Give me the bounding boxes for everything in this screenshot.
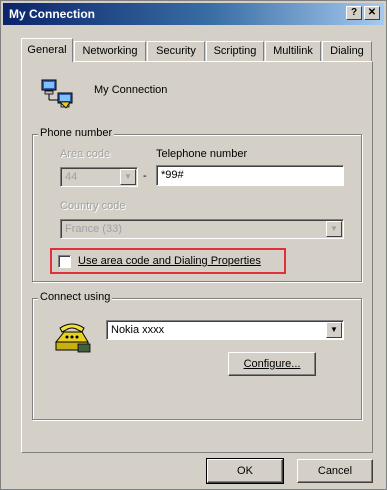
tab-label: Dialing bbox=[330, 45, 364, 57]
network-computers-icon bbox=[40, 78, 76, 110]
tab-label: Security bbox=[156, 45, 196, 57]
device-dropdown[interactable]: Nokia xxxx bbox=[106, 320, 344, 340]
help-icon: ? bbox=[350, 7, 358, 18]
tab-label: Scripting bbox=[213, 45, 257, 57]
tab-panel-general: My Connection Phone number Area code 44 … bbox=[21, 61, 373, 453]
telephone-input[interactable]: *99# bbox=[156, 165, 344, 186]
help-button[interactable]: ? bbox=[346, 6, 362, 20]
use-dialing-properties-checkbox[interactable] bbox=[58, 255, 71, 268]
tab-label: Networking bbox=[82, 45, 138, 57]
tab-general[interactable]: General bbox=[21, 38, 73, 62]
device-value: Nokia xxxx bbox=[111, 324, 165, 336]
dialog-window: My Connection ? ✕ General Networking Sec… bbox=[0, 0, 387, 490]
configure-button-label: Configure... bbox=[243, 358, 301, 370]
cancel-button-label: Cancel bbox=[317, 465, 353, 477]
dash-separator: - bbox=[143, 170, 147, 182]
tab-networking[interactable]: Networking bbox=[74, 41, 146, 61]
tab-label: General bbox=[27, 44, 67, 56]
ok-button[interactable]: OK bbox=[206, 458, 284, 484]
title-bar[interactable]: My Connection ? ✕ bbox=[3, 3, 384, 25]
tab-multilink[interactable]: Multilink bbox=[265, 41, 321, 61]
cancel-button[interactable]: Cancel bbox=[297, 459, 373, 483]
chevron-down-icon: ▼ bbox=[124, 172, 132, 181]
country-code-value: France (33) bbox=[65, 223, 122, 235]
ok-button-label: OK bbox=[237, 465, 253, 477]
device-dropdown-button[interactable]: ▼ bbox=[326, 322, 342, 338]
use-dialing-properties-label[interactable]: Use area code and Dialing Properties bbox=[78, 255, 261, 267]
tab-dialing[interactable]: Dialing bbox=[322, 41, 372, 61]
area-code-value: 44 bbox=[65, 171, 78, 183]
country-code-dropdown-button[interactable]: ▼ bbox=[326, 221, 342, 237]
close-button[interactable]: ✕ bbox=[364, 6, 380, 20]
window-title: My Connection bbox=[9, 7, 95, 21]
area-code-label: Area code bbox=[60, 148, 111, 160]
tab-scripting[interactable]: Scripting bbox=[206, 41, 264, 61]
close-icon: ✕ bbox=[367, 7, 377, 18]
country-code-dropdown[interactable]: France (33) bbox=[60, 219, 344, 239]
modem-phone-icon bbox=[52, 320, 92, 354]
telephone-label: Telephone number bbox=[156, 148, 248, 160]
connect-using-group-label: Connect using bbox=[38, 291, 113, 303]
area-code-dropdown-button[interactable]: ▼ bbox=[120, 169, 136, 185]
telephone-value: *99# bbox=[161, 169, 184, 181]
connection-name: My Connection bbox=[94, 84, 168, 96]
country-code-label: Country code bbox=[60, 200, 126, 212]
chevron-down-icon: ▼ bbox=[330, 224, 338, 233]
tab-security[interactable]: Security bbox=[147, 41, 205, 61]
configure-button[interactable]: Configure... bbox=[228, 352, 316, 376]
chevron-down-icon: ▼ bbox=[330, 325, 338, 334]
phone-number-group-label: Phone number bbox=[38, 127, 115, 139]
tab-label: Multilink bbox=[273, 45, 313, 57]
use-dialing-properties-text: Use area code and Dialing Properties bbox=[78, 255, 261, 267]
